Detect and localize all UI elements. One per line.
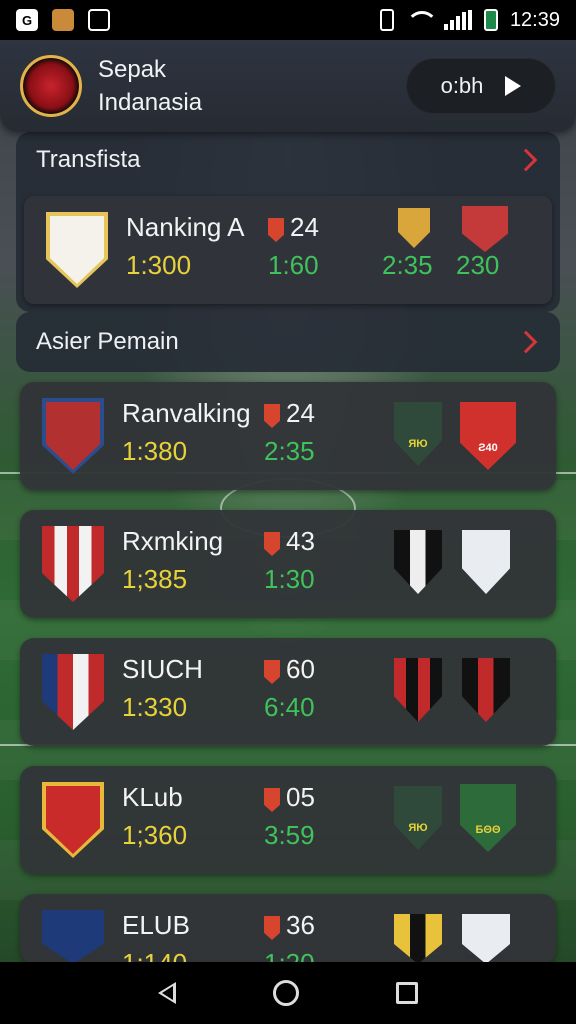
team-shield-icon	[462, 206, 508, 252]
player-crest-icon	[42, 782, 104, 858]
player-crest-icon	[42, 654, 104, 730]
transfer-panel-header[interactable]: Transfista	[16, 132, 560, 188]
signal-icon	[443, 10, 472, 30]
player-crest-icon	[42, 526, 104, 602]
chevron-right-icon[interactable]	[514, 330, 538, 354]
badge-icon	[264, 788, 280, 812]
players-panel-header[interactable]: Asier Pemain	[16, 312, 560, 372]
badge-icon	[264, 660, 280, 684]
badge-icon	[264, 404, 280, 428]
player-mid-value: 36	[286, 910, 315, 940]
player-name: KLub	[122, 782, 183, 812]
player-crest-icon	[42, 398, 104, 474]
card-mid-value: 24	[290, 212, 319, 242]
status-bar: G 12:39	[0, 0, 576, 40]
team2-score: 230	[456, 250, 500, 280]
player-mid-score: 3:59	[264, 820, 315, 850]
team-shield-icon	[462, 914, 510, 964]
transfer-card[interactable]: Nanking A 1:300 24 1:60 2:35 230	[24, 196, 552, 304]
player-card[interactable]: SIUCH 1:330 60 6:40	[20, 638, 556, 746]
player-mid-value: 60	[286, 654, 315, 684]
player-crest-icon	[42, 910, 104, 964]
players-panel[interactable]: Asier Pemain	[16, 312, 560, 372]
transfer-panel-title: Transfista	[36, 146, 141, 173]
player-name: Rxmking	[122, 526, 224, 556]
app-icon-3	[88, 9, 110, 31]
team-shield-icon: ЯЮ	[394, 786, 442, 850]
vibrate-icon	[379, 9, 394, 31]
app-title-line1: Sepak	[98, 56, 167, 83]
app-title: Sepak Indanasia	[98, 53, 202, 119]
shield-label: ƂΘΘ	[475, 824, 501, 836]
team-shield-icon: ƂΘΘ	[460, 784, 516, 852]
card-name: Nanking A	[126, 212, 245, 242]
shield-label: ЯЮ	[408, 822, 428, 834]
player-score-main: 1;360	[122, 820, 188, 850]
play-icon	[505, 76, 522, 96]
home-icon[interactable]	[272, 980, 299, 1006]
team-shield-icon	[394, 914, 442, 964]
system-nav-bar	[0, 962, 576, 1024]
player-name: SIUCH	[122, 654, 203, 684]
club-logo-icon	[20, 55, 82, 117]
player-score-main: 1;385	[122, 564, 188, 594]
player-score-main: 1:380	[122, 436, 188, 466]
wifi-icon	[405, 11, 438, 29]
card-mid-score: 1:60	[268, 250, 319, 280]
shield-label: ЯЮ	[408, 438, 428, 450]
player-name: ELUB	[122, 910, 190, 940]
recent-apps-icon[interactable]	[395, 982, 418, 1004]
player-mid-score: 2:35	[264, 436, 315, 466]
player-card[interactable]: Ranvalking 1:380 24 2:35 ЯЮ Ƨ40	[20, 382, 556, 490]
team-shield-icon: ЯЮ	[394, 402, 442, 466]
team-shield-icon	[462, 658, 510, 722]
players-panel-title: Asier Pemain	[36, 328, 179, 355]
player-mid-score: 1:30	[264, 564, 315, 594]
battery-icon	[483, 9, 498, 31]
team1-score: 2:35	[382, 250, 433, 280]
player-mid-score: 6:40	[264, 692, 315, 722]
player-crest-icon	[46, 212, 108, 288]
team-shield-icon: Ƨ40	[460, 402, 516, 470]
player-card[interactable]: KLub 1;360 05 3:59 ЯЮ ƂΘΘ	[20, 766, 556, 874]
player-name: Ranvalking	[122, 398, 251, 428]
app-icon-2	[52, 9, 74, 31]
team-shield-icon	[398, 208, 430, 248]
shield-label: Ƨ40	[478, 442, 498, 454]
player-card[interactable]: Rxmking 1;385 43 1:30	[20, 510, 556, 618]
player-card[interactable]: ELUB 1:140 36 1:20	[20, 894, 556, 964]
badge-icon	[268, 218, 284, 242]
app-icon-1: G	[16, 9, 38, 31]
app-title-line2: Indanasia	[98, 89, 203, 116]
status-time: 12:39	[509, 8, 560, 31]
pill-label: o:bh	[440, 73, 484, 98]
card-score-main: 1:300	[126, 250, 192, 280]
play-pill-button[interactable]: o:bh	[406, 58, 556, 114]
player-mid-value: 43	[286, 526, 315, 556]
badge-icon	[264, 532, 280, 556]
team-shield-icon	[462, 530, 510, 594]
team-shield-icon	[394, 530, 442, 594]
back-icon[interactable]	[158, 982, 177, 1004]
app-header: Sepak Indanasia o:bh	[0, 40, 576, 132]
team-shield-icon	[394, 658, 442, 722]
chevron-right-icon[interactable]	[514, 148, 538, 172]
badge-icon	[264, 916, 280, 940]
player-score-main: 1:330	[122, 692, 188, 722]
transfer-panel: Transfista Nanking A 1:300 24 1:60 2:35 …	[16, 132, 560, 312]
player-mid-value: 05	[286, 782, 315, 812]
player-mid-value: 24	[286, 398, 315, 428]
